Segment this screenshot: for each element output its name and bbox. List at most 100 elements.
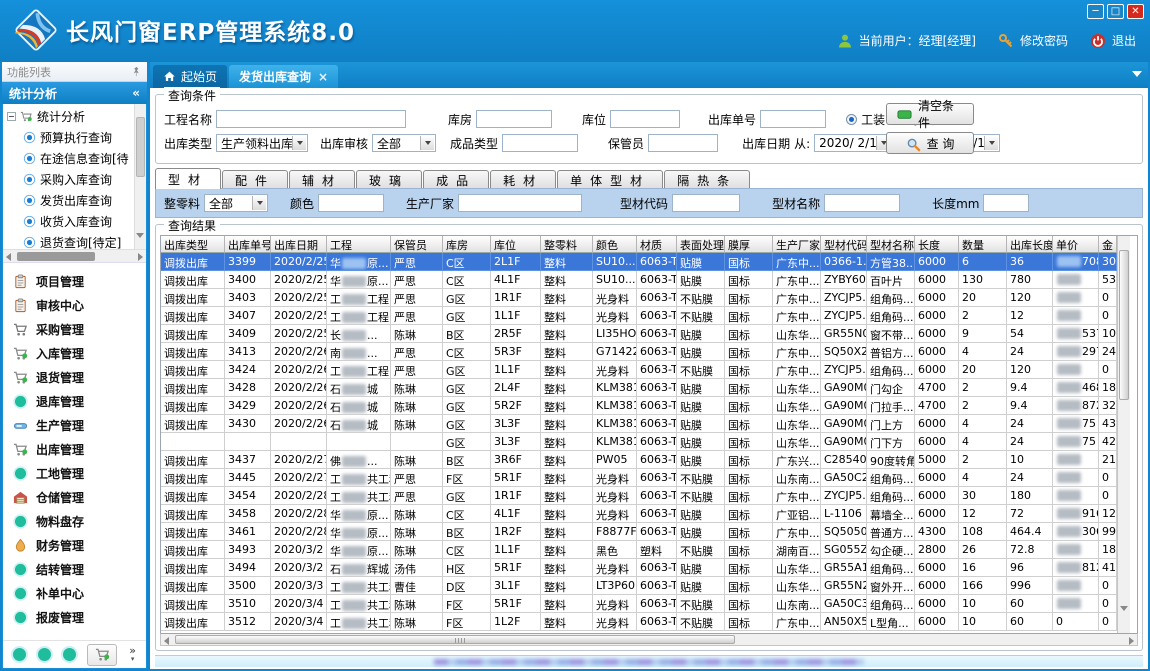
sidebar-item-11[interactable]: 财务管理 <box>3 533 146 557</box>
profile-code-input[interactable] <box>672 194 740 212</box>
tree-item-0[interactable]: 预算执行查询 <box>7 127 134 148</box>
column-header-14[interactable]: 型材名称 <box>867 236 915 253</box>
sidebar-item-10[interactable]: 物料盘存 <box>3 509 146 533</box>
minimize-button[interactable]: ─ <box>1087 4 1104 19</box>
column-header-4[interactable]: 保管员 <box>391 236 443 253</box>
table-row[interactable]: 调拨出库34092020/2/25长...陈琳B区2R5F整料LI35HO606… <box>161 325 1117 343</box>
product-type-input[interactable] <box>502 134 578 152</box>
sidebar-item-2[interactable]: 采购管理 <box>3 317 146 341</box>
outbound-audit-select[interactable]: 全部 <box>372 134 436 152</box>
tree-hscrollbar[interactable] <box>3 250 146 263</box>
sidebar-item-8[interactable]: 工地管理 <box>3 461 146 485</box>
project-name-input[interactable] <box>216 110 406 128</box>
table-row[interactable]: 调拨出库34292020/2/26石城陈琳G区5R2F整料KLM38176063… <box>161 397 1117 415</box>
material-tab-2[interactable]: 辅材 <box>289 170 355 189</box>
whole-part-select[interactable]: 全部 <box>204 194 268 212</box>
column-header-3[interactable]: 工程 <box>327 236 391 253</box>
sidebar-item-13[interactable]: 补单中心 <box>3 581 146 605</box>
table-row[interactable]: 调拨出库34582020/2/28华原...陈琳C区4L1F整料光身料6063-… <box>161 505 1117 523</box>
table-row[interactable]: 调拨出库34932020/3/2华原...陈琳C区1L1F整料黑色塑料不贴膜国标… <box>161 541 1117 559</box>
table-row[interactable]: 调拨出库35002020/3/3工共工程曹佳D区3L1F整料LT3P606063… <box>161 577 1117 595</box>
table-row[interactable]: 调拨出库34132020/2/26南...严思C区5R3F整料G71422606… <box>161 343 1117 361</box>
sidebar-item-9[interactable]: 仓储管理 <box>3 485 146 509</box>
table-row[interactable]: 调拨出库34302020/2/26石城陈琳G区3L3F整料KLM38176063… <box>161 415 1117 433</box>
table-row[interactable]: 调拨出库34612020/2/28华原...陈琳B区1R2F整料F8877FT6… <box>161 523 1117 541</box>
sidebar-item-5[interactable]: 退库管理 <box>3 389 146 413</box>
tree-item-3[interactable]: 发货出库查询 <box>7 190 134 211</box>
maximize-button[interactable]: □ <box>1107 4 1124 19</box>
table-row[interactable]: 调拨出库33992020/2/25华原...严思C区2L1F整料SU10...6… <box>161 253 1117 271</box>
search-button[interactable]: 查 询 <box>886 132 974 154</box>
column-header-11[interactable]: 膜厚 <box>725 236 773 253</box>
table-row[interactable]: 调拨出库34282020/2/26石城陈琳G区2L4F整料KLM38176063… <box>161 379 1117 397</box>
quick-item-1-icon[interactable] <box>13 648 26 661</box>
table-row[interactable]: 调拨出库34942020/3/2石辉城汤伟H区5R1F整料光身料6063-T5贴… <box>161 559 1117 577</box>
material-tab-4[interactable]: 成品 <box>423 170 489 189</box>
date-from-picker[interactable]: 2020/ 2/16 <box>814 134 892 152</box>
column-header-13[interactable]: 型材代码 <box>821 236 867 253</box>
column-header-18[interactable]: 单价 <box>1053 236 1099 253</box>
table-row[interactable]: 调拨出库34542020/2/28工共工程严思G区1R1F整料光身料6063-T… <box>161 487 1117 505</box>
table-row[interactable]: 调拨出库34072020/2/25工工程严思G区1L1F整料光身料6063-T5… <box>161 307 1117 325</box>
location-input[interactable] <box>610 110 680 128</box>
radio-work-clothing[interactable]: 工装 <box>846 111 885 128</box>
change-password-link[interactable]: 修改密码 <box>1020 32 1068 49</box>
keeper-input[interactable] <box>648 134 718 152</box>
column-header-1[interactable]: 出库单号 <box>225 236 271 253</box>
more-items-button[interactable]: » ▾ <box>129 646 136 664</box>
sidebar-item-4[interactable]: 退货管理 <box>3 365 146 389</box>
table-row[interactable]: 调拨出库35102020/3/4工共工程陈琳F区5R1F整料光身料6063-T5… <box>161 595 1117 613</box>
sidebar-item-12[interactable]: 结转管理 <box>3 557 146 581</box>
quick-cart-button[interactable] <box>87 644 117 666</box>
warehouse-input[interactable] <box>476 110 552 128</box>
material-tab-0[interactable]: 型材 <box>155 168 221 189</box>
sidebar-item-1[interactable]: 审核中心 <box>3 293 146 317</box>
material-tab-3[interactable]: 玻璃 <box>356 170 422 189</box>
tree-item-5[interactable]: 退货查询[待定] <box>7 232 134 249</box>
sidebar-group-header[interactable]: 统计分析 « <box>2 82 147 104</box>
material-tab-6[interactable]: 单体型材 <box>557 170 663 189</box>
tab-home[interactable]: 起始页 <box>153 65 227 88</box>
table-row[interactable]: G区3L3F整料KLM38176063-T5贴膜国标山东华...GA90M09.… <box>161 433 1117 451</box>
material-tab-7[interactable]: 隔热条 <box>664 170 750 189</box>
outbound-no-input[interactable] <box>760 110 826 128</box>
material-tab-5[interactable]: 耗材 <box>490 170 556 189</box>
color-input[interactable] <box>318 194 384 212</box>
tab-close-icon[interactable]: × <box>318 70 328 84</box>
profile-name-input[interactable] <box>824 194 900 212</box>
manufacturer-input[interactable] <box>458 194 582 212</box>
column-header-9[interactable]: 材质 <box>637 236 677 253</box>
table-row[interactable]: 调拨出库34452020/2/27工共工程严思F区5R1F整料光身料6063-T… <box>161 469 1117 487</box>
column-header-16[interactable]: 数量 <box>959 236 1007 253</box>
table-row[interactable]: 调拨出库34032020/2/25工工程严思G区1R1F整料光身料6063-T5… <box>161 289 1117 307</box>
column-header-10[interactable]: 表面处理 <box>677 236 725 253</box>
clear-conditions-button[interactable]: 清空条件 <box>886 103 974 125</box>
material-tab-1[interactable]: 配件 <box>222 170 288 189</box>
pin-icon[interactable] <box>131 66 142 77</box>
tree-item-1[interactable]: 在途信息查询[待 <box>7 148 134 169</box>
expander-icon[interactable] <box>7 112 16 121</box>
table-row[interactable]: 调拨出库34372020/2/27佛...陈琳B区3R6F整料PW056063-… <box>161 451 1117 469</box>
column-header-19[interactable]: 金 <box>1099 236 1117 253</box>
tree-scrollbar[interactable] <box>134 104 146 249</box>
quick-item-2-icon[interactable] <box>38 648 51 661</box>
quick-item-3-icon[interactable] <box>63 648 76 661</box>
sidebar-item-6[interactable]: 生产管理 <box>3 413 146 437</box>
tab-list-dropdown-icon[interactable] <box>1132 71 1142 77</box>
tree-root-statistics[interactable]: 统计分析 <box>7 106 134 127</box>
table-row[interactable]: 调拨出库34242020/2/26工工程严思G区1L1F整料光身料6063-T5… <box>161 361 1117 379</box>
column-header-5[interactable]: 库房 <box>443 236 491 253</box>
column-header-15[interactable]: 长度 <box>915 236 959 253</box>
logout-link[interactable]: 退出 <box>1112 32 1136 49</box>
grid-horizontal-scrollbar[interactable] <box>160 633 1138 646</box>
column-header-17[interactable]: 出库长度 <box>1007 236 1053 253</box>
outbound-type-select[interactable]: 生产领料出库 <box>216 134 308 152</box>
grid-vertical-scrollbar[interactable] <box>1117 236 1130 633</box>
close-button[interactable]: ✕ <box>1127 4 1144 19</box>
sidebar-item-14[interactable]: 报废管理 <box>3 605 146 629</box>
tree-hscrollbar-thumb[interactable] <box>17 252 95 261</box>
sidebar-item-0[interactable]: 项目管理 <box>3 269 146 293</box>
column-header-12[interactable]: 生产厂家 <box>773 236 821 253</box>
column-header-0[interactable]: 出库类型 <box>161 236 225 253</box>
column-header-6[interactable]: 库位 <box>491 236 541 253</box>
